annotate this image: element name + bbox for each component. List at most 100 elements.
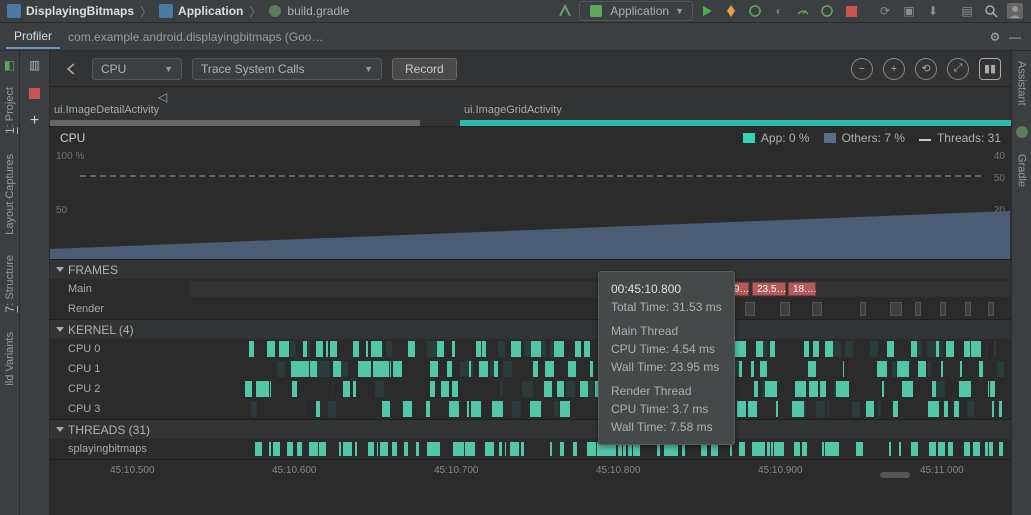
kernel-header[interactable]: KERNEL (4) [50,320,1011,339]
frames-header[interactable]: FRAMES [50,260,1011,279]
layout-captures-tab[interactable]: Layout Captures [2,148,18,241]
coverage-icon[interactable]: ◐ [769,1,789,21]
time-tick: 45:10.700 [434,465,479,476]
gradle-tab[interactable]: Gradle [1014,148,1030,193]
zoom-out-button[interactable]: − [851,58,873,80]
recording-indicator-icon [25,83,45,103]
activity-1-bar-dark [420,120,445,126]
profiler-toolstrip: ▥ + [20,51,50,515]
run-config-dropdown[interactable]: Application ▼ [579,1,693,21]
gear-icon[interactable]: ⚙ [985,27,1005,47]
trace-config-dropdown[interactable]: Trace System Calls ▼ [192,58,382,80]
android-icon [588,3,604,19]
others-area [50,149,1011,259]
frame-pill[interactable]: 18.… [788,282,816,296]
frames-render-track[interactable]: Render [50,299,1011,319]
frames-section: FRAMES Main 46.63 ms 23.9… 23.5… 18.… Re… [50,259,1011,319]
frames-main-track[interactable]: Main 46.63 ms 23.9… 23.5… 18.… [50,279,1011,299]
time-axis[interactable]: 45:10.500 45:10.600 45:10.700 45:10.800 … [50,459,1011,481]
track-label: CPU 0 [50,343,190,355]
activity-minimap[interactable]: ◁ ui.ImageDetailActivity ui.ImageGridAct… [50,87,1011,127]
tooltip-timestamp: 00:45:10.800 [611,280,722,298]
crumb-root[interactable]: DisplayingBitmaps [26,4,134,18]
activity-1-label: ui.ImageDetailActivity [54,104,159,116]
kernel-cpu1-track[interactable]: CPU 1 [50,359,1011,379]
kernel-cpu0-track[interactable]: CPU 0 [50,339,1011,359]
pause-live-button[interactable]: ▮▮ [979,58,1001,80]
record-button[interactable]: Record [392,58,457,80]
time-tick: 45:10.500 [110,465,155,476]
gradle-tool-icon[interactable] [1014,124,1030,140]
thread-track[interactable]: splayingbitmaps [50,439,1011,459]
minimize-icon[interactable]: — [1005,27,1025,47]
avd-icon[interactable]: ▣ [899,1,919,21]
cpu-header: CPU App: 0 % Others: 7 % Threads: 31 [50,127,1011,149]
run-button[interactable] [697,1,717,21]
build-icon[interactable] [555,1,575,21]
add-session-button[interactable]: + [25,111,45,131]
user-avatar[interactable] [1005,1,1025,21]
playhead-icon: ◁ [158,90,167,104]
track-label: splayingbitmaps [50,443,190,455]
hover-tooltip: 00:45:10.800 Total Time: 31.53 ms Main T… [598,271,735,445]
tooltip-total: Total Time: 31.53 ms [611,298,722,316]
profiler-panel: ▥ + CPU ▼ Trace System Calls ▼ Record − … [20,51,1011,515]
tooltip-main-wall: Wall Time: 23.95 ms [611,358,722,376]
module-icon [158,3,174,19]
chevron-down-icon [56,267,64,272]
profiler-controls: CPU ▼ Trace System Calls ▼ Record − + ⟲ … [50,51,1011,87]
tooltip-main-cpu: CPU Time: 4.54 ms [611,340,722,358]
crumb-app[interactable]: Application [178,4,243,18]
kernel-cpu3-track[interactable]: CPU 3 [50,399,1011,419]
cpu-profiler-content: CPU ▼ Trace System Calls ▼ Record − + ⟲ … [50,51,1011,515]
resource-icon[interactable]: ▤ [957,1,977,21]
time-tick: 45:10.600 [272,465,317,476]
back-button[interactable] [60,58,82,80]
structure-tool-tab[interactable]: 7: Structure [1,249,19,318]
project-tool-icon[interactable]: ◧ [2,57,18,73]
track-label: Main [50,283,190,295]
profiler-tab-bar: Profiler com.example.android.displayingb… [0,23,1031,51]
project-tool-tab[interactable]: 1: Project [1,81,19,140]
trace-config-label: Trace System Calls [201,62,305,76]
profiler-tab[interactable]: Profiler [6,25,60,49]
legend-app: App: 0 % [743,131,810,145]
breadcrumb[interactable]: DisplayingBitmaps 〉 Application 〉 build.… [6,3,349,20]
legend-others: Others: 7 % [824,131,905,145]
cpu-usage-chart[interactable]: 100 % 50 50 40 20 10 [50,149,1011,259]
track-label: CPU 1 [50,363,190,375]
time-tick: 45:11.000 [920,465,964,476]
crumb-file[interactable]: build.gradle [287,4,349,18]
profile-button[interactable] [793,1,813,21]
activity-2-bar [460,120,1011,126]
apply-changes-icon[interactable] [721,1,741,21]
threads-header[interactable]: THREADS (31) [50,420,1011,439]
cpu-title: CPU [60,131,85,145]
chevron-down-icon [56,327,64,332]
legend-threads: Threads: 31 [919,131,1001,145]
tooltip-main-head: Main Thread [611,322,722,340]
zoom-in-button[interactable]: + [883,58,905,80]
profiler-type-dropdown[interactable]: CPU ▼ [92,58,182,80]
right-tool-strip: Assistant Gradle [1011,51,1031,515]
track-label: CPU 2 [50,383,190,395]
debug-button[interactable] [745,1,765,21]
assistant-tab[interactable]: Assistant [1014,55,1030,112]
attach-debugger-icon[interactable] [817,1,837,21]
activity-1-bar [50,120,440,126]
sdk-icon[interactable]: ⬇ [923,1,943,21]
build-variants-tab[interactable]: ild Variants [2,326,18,392]
sync-icon[interactable]: ⟳ [875,1,895,21]
kernel-cpu2-track[interactable]: CPU 2 [50,379,1011,399]
stop-button[interactable] [841,1,861,21]
reset-zoom-button[interactable]: ⟲ [915,58,937,80]
session-tab[interactable]: com.example.android.displayingbitmaps (G… [60,26,331,48]
search-icon[interactable] [981,1,1001,21]
tooltip-render-head: Render Thread [611,382,722,400]
navigation-bar: DisplayingBitmaps 〉 Application 〉 build.… [0,0,1031,23]
sessions-icon[interactable]: ▥ [25,55,45,75]
frame-pill[interactable]: 23.5… [752,282,786,296]
zoom-selection-button[interactable]: ⤢ [947,58,969,80]
module-icon [6,3,22,19]
scrollbar-thumb[interactable] [880,472,910,478]
